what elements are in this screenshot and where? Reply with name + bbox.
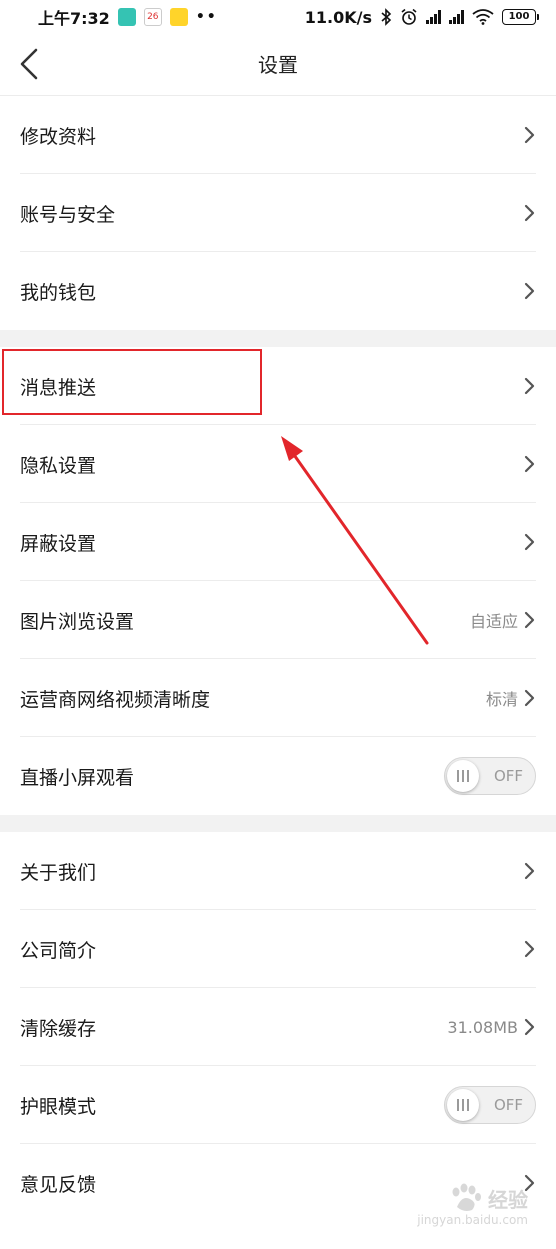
settings-item-account-security[interactable]: 账号与安全 [0, 174, 556, 252]
settings-item-privacy-settings[interactable]: 隐私设置 [0, 425, 556, 503]
chevron-right-icon [524, 204, 535, 222]
calendar-app-icon: 26 [143, 8, 162, 26]
status-time: 上午7:32 [38, 9, 110, 28]
toggle-knob [447, 1089, 479, 1121]
settings-item-my-wallet[interactable]: 我的钱包 [0, 252, 556, 330]
chevron-right-icon [524, 126, 535, 144]
watermark-brand: 经验 [488, 1187, 528, 1212]
cache-size: 31.08MB [447, 1017, 518, 1037]
settings-item-eye-care-mode: 护眼模式 OFF [0, 1066, 556, 1144]
settings-item-live-mini-window: 直播小屏观看 OFF [0, 737, 556, 815]
chevron-right-icon [524, 282, 535, 300]
settings-item-push-notifications[interactable]: 消息推送 [0, 347, 556, 425]
chevron-right-icon [524, 862, 535, 880]
news-app-icon [169, 8, 188, 26]
watermark: 经验 jingyan.baidu.com [417, 1183, 528, 1227]
settings-item-image-browsing[interactable]: 图片浏览设置 自适应 [0, 581, 556, 659]
chevron-right-icon [524, 689, 535, 707]
settings-item-label: 隐私设置 [20, 454, 97, 477]
settings-item-edit-profile[interactable]: 修改资料 [0, 96, 556, 174]
chevron-right-icon [524, 455, 535, 473]
settings-item-label: 公司简介 [20, 939, 97, 962]
chevron-right-icon [524, 533, 535, 551]
more-notifications-icon: •• [195, 9, 218, 25]
toggle-state: OFF [493, 767, 523, 785]
status-bar-right: 11.0K/s 100 [304, 7, 539, 27]
bluetooth-icon [381, 8, 392, 26]
network-speed: 11.0K/s [304, 7, 372, 27]
chevron-right-icon [524, 377, 535, 395]
settings-item-label: 清除缓存 [20, 1017, 97, 1040]
chevron-right-icon [524, 1018, 535, 1036]
title-bar: 设置 [0, 34, 556, 96]
chevron-right-icon [524, 940, 535, 958]
status-bar: 上午7:32 26 •• 11.0K/s 100 [0, 0, 556, 34]
settings-item-label: 护眼模式 [20, 1095, 97, 1118]
settings-item-company-intro[interactable]: 公司简介 [0, 910, 556, 988]
eye-care-mode-toggle[interactable]: OFF [444, 1086, 536, 1124]
toggle-knob [447, 760, 479, 792]
page-title: 设置 [258, 53, 298, 77]
settings-item-label: 直播小屏观看 [20, 766, 135, 789]
settings-item-label: 账号与安全 [20, 203, 116, 226]
settings-item-label: 我的钱包 [20, 281, 97, 304]
toggle-state: OFF [493, 1096, 523, 1114]
settings-item-block-settings[interactable]: 屏蔽设置 [0, 503, 556, 581]
signal-1-icon [426, 10, 441, 24]
paw-logo-icon [452, 1183, 481, 1211]
live-mini-window-toggle[interactable]: OFF [444, 757, 536, 795]
status-bar-left: 上午7:32 26 •• [38, 5, 218, 29]
watermark-url: jingyan.baidu.com [417, 1213, 528, 1227]
settings-item-label: 消息推送 [20, 376, 97, 399]
signal-2-icon [449, 10, 464, 24]
section-divider [0, 815, 556, 832]
section-divider [0, 330, 556, 347]
settings-item-carrier-video-quality[interactable]: 运营商网络视频清晰度 标清 [0, 659, 556, 737]
settings-item-value: 标清 [485, 690, 518, 709]
chevron-right-icon [524, 611, 535, 629]
settings-list: 修改资料 账号与安全 我的钱包 消息推送 隐私设置 屏蔽设置 图片浏览设置 自适… [0, 96, 556, 1222]
settings-item-label: 运营商网络视频清晰度 [20, 688, 211, 711]
settings-item-label: 关于我们 [20, 861, 97, 884]
battery-icon: 100 [502, 9, 539, 25]
settings-item-label: 屏蔽设置 [20, 532, 97, 555]
settings-item-clear-cache[interactable]: 清除缓存 31.08MB [0, 988, 556, 1066]
alarm-icon [401, 8, 417, 25]
settings-item-label: 修改资料 [20, 125, 97, 148]
settings-item-value: 自适应 [469, 612, 518, 631]
notes-app-icon [117, 8, 136, 26]
wifi-icon [472, 9, 494, 25]
settings-item-label: 图片浏览设置 [20, 610, 135, 633]
settings-item-about-us[interactable]: 关于我们 [0, 832, 556, 910]
